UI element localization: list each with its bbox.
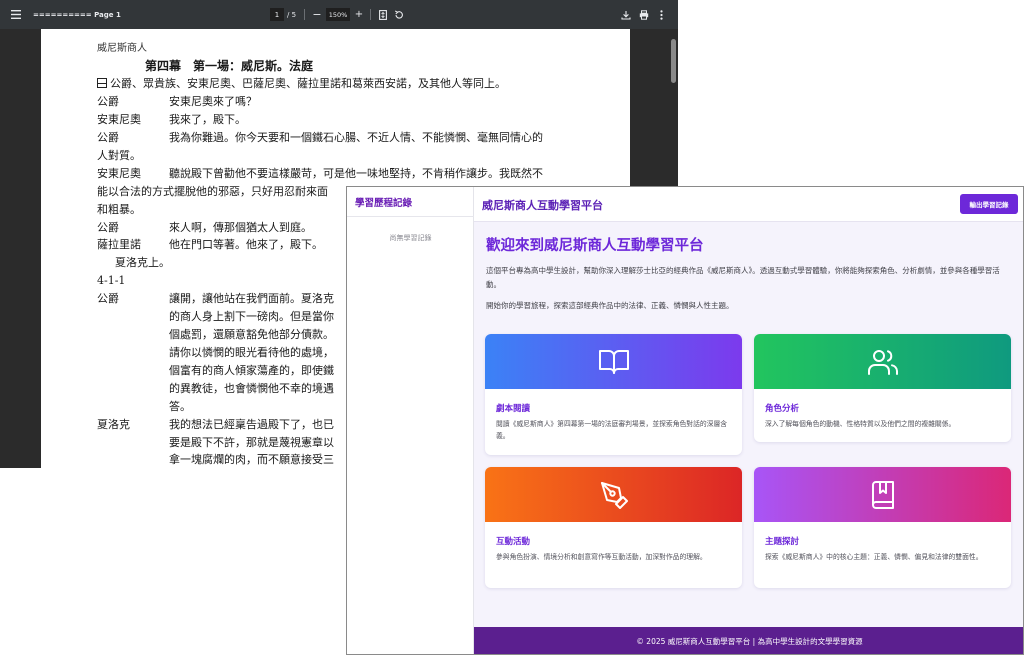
document-title: ========== Page 1 — [33, 10, 121, 19]
pen-tool-icon — [600, 481, 628, 509]
desktop: ========== Page 1 1 / 5 − 150% + 威尼斯商人 第… — [0, 0, 1024, 655]
sidebar-title: 學習歷程記錄 — [355, 198, 413, 209]
stage-direction-text: 公爵、眾貴族、安東尼奧、巴薩尼奧、薩拉里諾和葛萊西安諾，及其他人等同上。 — [110, 77, 506, 90]
card-banner — [485, 467, 742, 522]
export-records-button[interactable]: 輸出學習記錄 — [960, 194, 1018, 214]
menu-icon[interactable] — [8, 0, 24, 29]
page-separator: / — [287, 10, 290, 19]
app-footer: © 2025 威尼斯商人互動學習平台 | 為高中學生設計的文學學習資源 — [474, 627, 1023, 654]
zoom-out-button[interactable]: − — [310, 0, 324, 29]
speaker-name: 安東尼奧 — [97, 113, 141, 126]
speech-line: 讓開，讓他站在我們面前。夏洛克 — [169, 292, 334, 305]
card-banner — [754, 334, 1011, 389]
speaker-name: 薩拉里諾 — [97, 238, 141, 251]
total-pages: 5 — [291, 10, 297, 19]
speech-line: 能以合法的方式擺脫他的邪惡，只好用忍耐來面 — [97, 185, 328, 198]
card-description: 參與角色扮演、情境分析和創意寫作等互動活動，加深對作品的理解。 — [496, 553, 707, 561]
speaker-name: 公爵 — [97, 292, 119, 305]
intro-paragraph-2: 開始你的學習旅程，探索這部經典作品中的法律、正義、憐憫與人性主題。 — [486, 301, 734, 310]
rotate-icon[interactable] — [392, 0, 406, 29]
welcome-title: 歡迎來到威尼斯商人互動學習平台 — [486, 238, 704, 254]
speech-line: 個處罰，還願意豁免他部分債款。 — [169, 328, 334, 341]
book-open-icon — [598, 349, 629, 374]
speech-line: 要是殿下不許，那就是蔑視憲章以 — [169, 436, 334, 449]
speech-line: 個富有的商人傾家蕩產的，即使鐵 — [169, 364, 334, 377]
speech-line: 安東尼奧來了嗎？ — [169, 95, 257, 108]
intro-paragraph: 這個平台專為高中學生設計，幫助你深入理解莎士比亞的經典作品《威尼斯商人》。透過互… — [486, 266, 1000, 289]
speech-line: 的商人身上割下一磅肉。但是當你 — [169, 310, 334, 323]
card-title: 主題探討 — [765, 537, 800, 547]
speaker-name: 公爵 — [97, 131, 119, 144]
card-script-reading[interactable]: 劇本閱讀 閱讀《威尼斯商人》第四幕第一場的法庭審判場景，並探索角色對話的深層含義… — [485, 334, 742, 455]
toolbar-divider — [370, 9, 371, 20]
speaker-name: 安東尼奧 — [97, 167, 141, 180]
card-banner — [754, 467, 1011, 522]
zoom-in-button[interactable]: + — [352, 0, 366, 29]
card-description: 探索《威尼斯商人》中的核心主題：正義、憐憫、偏見和法律的雙面性。 — [765, 553, 983, 561]
app-title: 威尼斯商人互動學習平台 — [482, 199, 603, 212]
card-character-analysis[interactable]: 角色分析 深入了解每個角色的動機、性格特質以及他們之間的複雜關係。 — [754, 334, 1011, 442]
card-title: 角色分析 — [765, 404, 800, 414]
bracket-box-icon — [97, 78, 107, 88]
page-number-input[interactable]: 1 — [270, 8, 284, 21]
main-content: 威尼斯商人互動學習平台 輸出學習記錄 歡迎來到威尼斯商人互動學習平台 這個平台專… — [474, 187, 1023, 654]
sidebar-divider — [347, 216, 474, 217]
sidebar: 學習歷程記錄 尚無學習記錄 — [347, 187, 474, 654]
card-description: 深入了解每個角色的動機、性格特質以及他們之間的複雜關係。 — [765, 420, 956, 428]
speaker-name: 公爵 — [97, 95, 119, 108]
speech-line: 他在門口等著。他來了，殿下。 — [169, 238, 323, 251]
card-title: 互動活動 — [496, 537, 531, 547]
speech-line: 我為你難過。你今天要和一個鐵石心腸、不近人情、不能憐憫、毫無同情心的 — [169, 131, 543, 144]
pdf-scrollbar[interactable] — [671, 39, 676, 83]
app-header: 威尼斯商人互動學習平台 輸出學習記錄 — [474, 187, 1023, 222]
card-theme-exploration[interactable]: 主題探討 探索《威尼斯商人》中的核心主題：正義、憐憫、偏見和法律的雙面性。 — [754, 467, 1011, 588]
speech-line: 聽說殿下曾勸他不要這樣嚴苛，可是他一味地堅持，不肯稍作讓步。我既然不 — [169, 167, 543, 180]
bookmark-book-icon — [871, 480, 894, 509]
learning-app-window: 學習歷程記錄 尚無學習記錄 威尼斯商人互動學習平台 輸出學習記錄 歡迎來到威尼斯… — [346, 186, 1024, 655]
speech-line: 答。 — [169, 400, 191, 413]
card-banner — [485, 334, 742, 389]
more-options-icon[interactable] — [655, 0, 667, 29]
section-label: 4-1-1 — [97, 274, 126, 287]
speaker-name: 公爵 — [97, 221, 119, 234]
speech-line: 人對質。 — [97, 149, 141, 162]
download-icon[interactable] — [619, 0, 633, 29]
page-count: / 5 — [287, 8, 296, 21]
speech-line: 和粗暴。 — [97, 203, 141, 216]
card-interactive-activities[interactable]: 互動活動 參與角色扮演、情境分析和創意寫作等互動活動，加深對作品的理解。 — [485, 467, 742, 588]
speech-line: 請你以憐憫的眼光看待他的處境， — [169, 346, 334, 359]
print-icon[interactable] — [637, 0, 651, 29]
speech-line: 我來了，殿下。 — [169, 113, 246, 126]
stage-direction: 公爵、眾貴族、安東尼奧、巴薩尼奧、薩拉里諾和葛萊西安諾，及其他人等同上。 — [97, 77, 506, 91]
fit-page-icon[interactable] — [376, 0, 390, 29]
scene-title: 第四幕 第一場：威尼斯。法庭 — [145, 59, 314, 73]
speech-line: 拿一塊腐爛的肉，而不願意接受三 — [169, 453, 334, 466]
card-title: 劇本閱讀 — [496, 404, 531, 414]
zoom-level-input[interactable]: 150% — [326, 8, 350, 21]
speech-line: 的異教徒，也會憐憫他不幸的境遇 — [169, 382, 334, 395]
pdf-toolbar: ========== Page 1 1 / 5 − 150% + — [0, 0, 678, 29]
speaker-name: 夏洛克 — [97, 418, 130, 431]
speech-line: 我的想法已經稟告過殿下了，也已 — [169, 418, 334, 431]
running-header: 威尼斯商人 — [97, 43, 147, 54]
sidebar-empty-state: 尚無學習記錄 — [389, 234, 432, 242]
stage-direction: 夏洛克上。 — [115, 256, 170, 269]
speech-line: 來人啊，傳那個猶太人到庭。 — [169, 221, 312, 234]
card-description: 閱讀《威尼斯商人》第四幕第一場的法庭審判場景，並探索角色對話的深層含義。 — [496, 420, 728, 440]
toolbar-divider — [304, 9, 305, 20]
users-icon — [867, 349, 898, 375]
